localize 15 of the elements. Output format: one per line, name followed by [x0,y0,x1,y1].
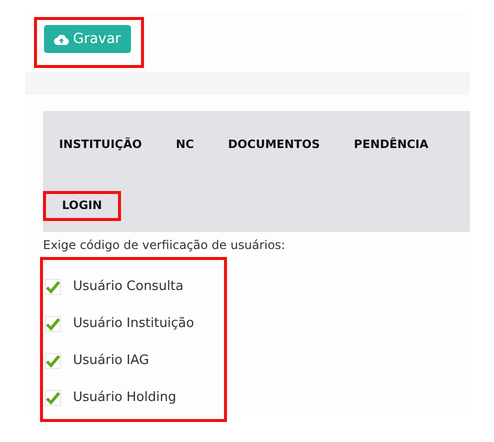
cloud-upload-icon [54,34,69,44]
option-label: Usuário Holding [73,390,176,405]
option-label: Usuário IAG [73,353,150,368]
checkbox[interactable] [45,390,61,406]
tab[interactable]: PENDÊNCIA [354,131,428,157]
tab[interactable]: INSTITUIÇÃO [59,131,142,157]
settings-prompt: Exige código de verfiicação de usuários: [43,238,286,252]
checkbox[interactable] [45,316,61,332]
option-label: Usuário Consulta [73,279,184,294]
tab[interactable]: LOGIN [43,191,122,221]
tab[interactable]: NC [176,131,194,157]
checkbox[interactable] [45,352,61,368]
option-label: Usuário Instituição [73,316,194,331]
tab[interactable]: DOCUMENTOS [228,131,320,157]
checkbox[interactable] [45,278,61,294]
